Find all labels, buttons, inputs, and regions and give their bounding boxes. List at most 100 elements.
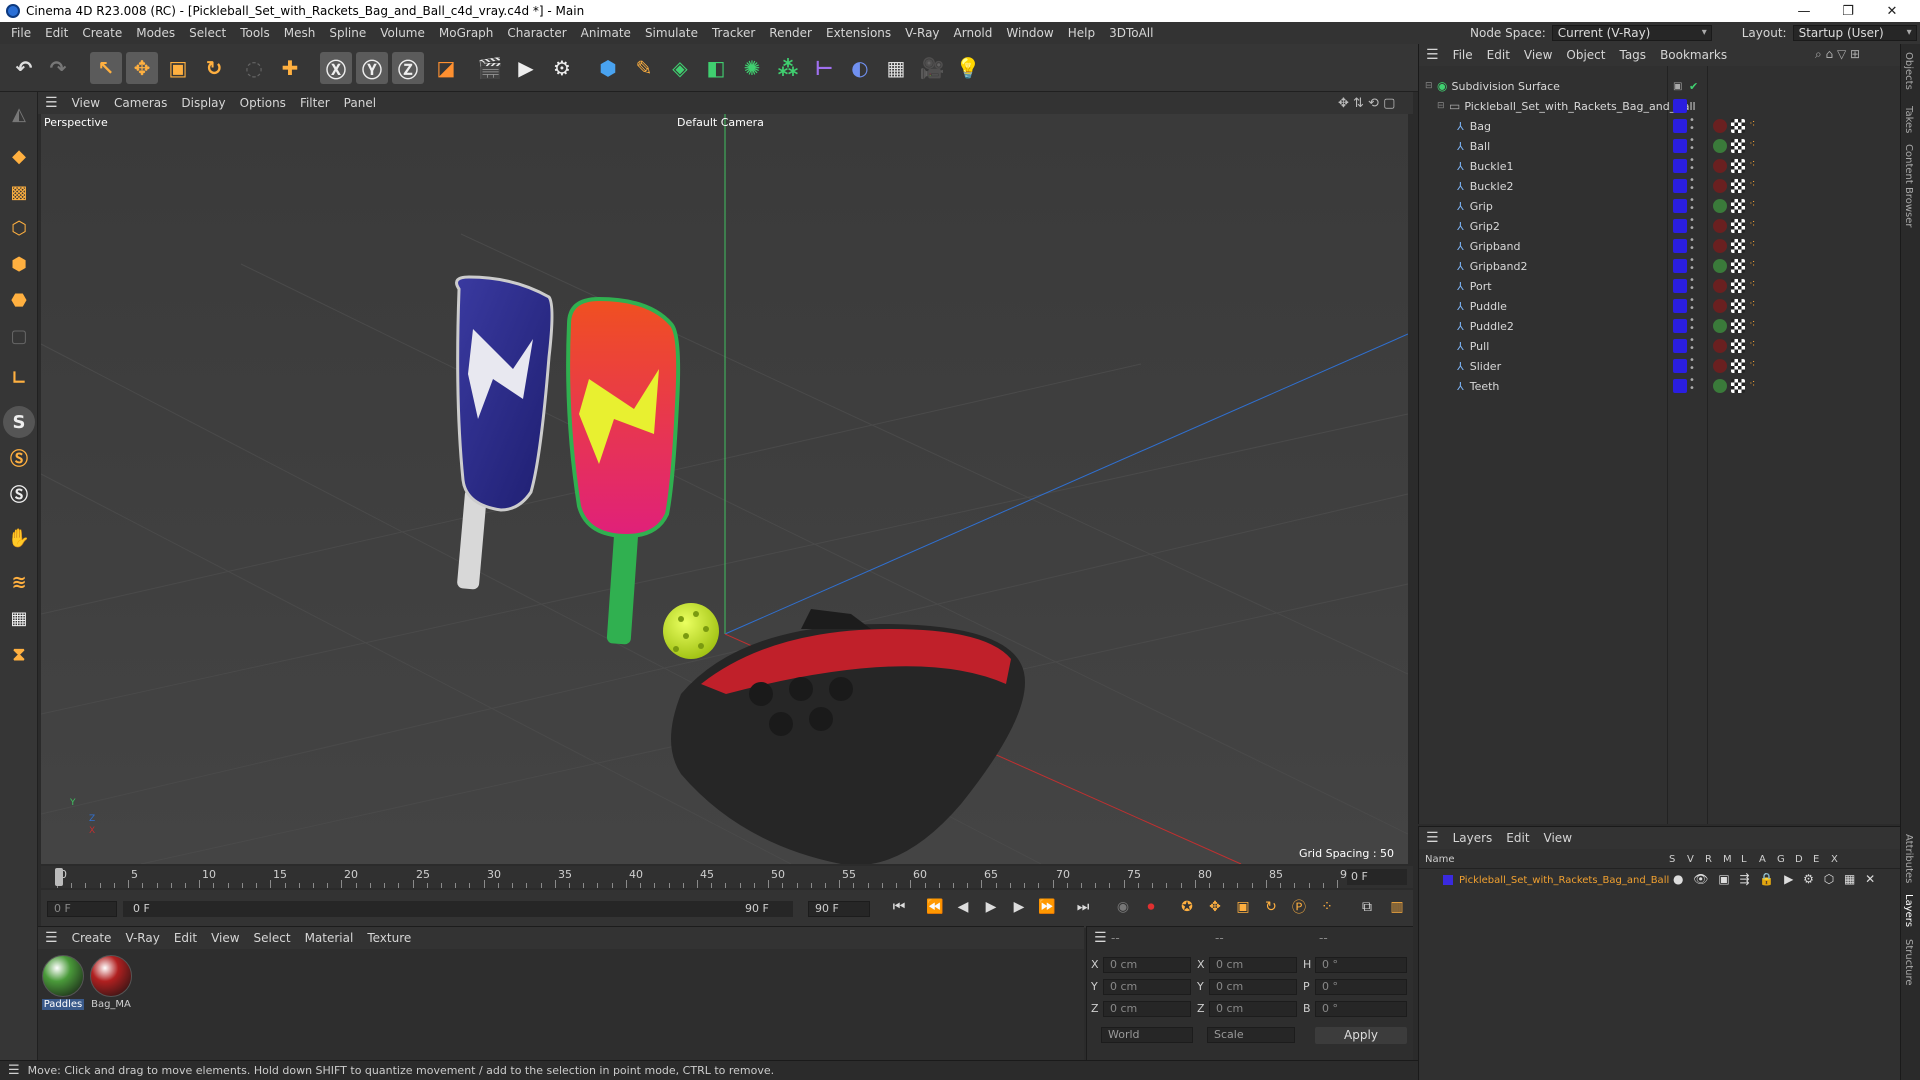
viewport-menu-view[interactable]: View: [65, 96, 107, 110]
menu-arnold[interactable]: Arnold: [947, 26, 1000, 40]
apply-button[interactable]: Apply: [1315, 1027, 1407, 1044]
menu-volume[interactable]: Volume: [373, 26, 432, 40]
layer-row[interactable]: Pickleball_Set_with_Rackets_Bag_and_Ball…: [1419, 871, 1901, 889]
object-row[interactable]: ⅄ Slider • • ⁖: [1419, 356, 1901, 376]
layer-column-a[interactable]: A: [1759, 854, 1766, 865]
object-row[interactable]: ⅄ Teeth • • ⁖: [1419, 376, 1901, 396]
layer-column-g[interactable]: G: [1777, 854, 1785, 865]
material-tag-icon[interactable]: [1713, 299, 1727, 313]
layer-color-tag[interactable]: [1673, 119, 1687, 133]
camera-icon[interactable]: 🎥: [916, 52, 948, 84]
z-axis-lock-icon[interactable]: Ⓩ: [392, 52, 424, 84]
layer-menu-view[interactable]: View: [1537, 831, 1579, 845]
coord-rot-field[interactable]: 0 °: [1315, 1001, 1407, 1017]
material-tag-icon[interactable]: [1713, 139, 1727, 153]
uvw-tag-icon[interactable]: [1731, 139, 1745, 153]
prev-frame-icon[interactable]: ◀: [952, 896, 974, 918]
visibility-dots-icon[interactable]: • •: [1689, 376, 1695, 394]
menu-character[interactable]: Character: [500, 26, 573, 40]
vray-tag-icon[interactable]: ⁖: [1749, 317, 1755, 330]
material-tag-icon[interactable]: [1713, 359, 1727, 373]
material-tag-icon[interactable]: [1713, 339, 1727, 353]
object-row-group[interactable]: ⊟ ▭ Pickleball_Set_with_Rackets_Bag_and_…: [1419, 96, 1901, 116]
scale-tool-icon[interactable]: ▣: [162, 52, 194, 84]
material-tag-icon[interactable]: [1713, 239, 1727, 253]
timeline-playhead[interactable]: [55, 868, 63, 886]
render-view-icon[interactable]: ▶: [510, 52, 542, 84]
coord-system-dropdown[interactable]: World: [1101, 1027, 1193, 1043]
uvw-tag-icon[interactable]: [1731, 319, 1745, 333]
workplane-icon[interactable]: ∟: [3, 362, 35, 394]
material-menu-view[interactable]: View: [204, 931, 246, 945]
vray-tag-icon[interactable]: ⁖: [1749, 197, 1755, 210]
select-tool-icon[interactable]: ↖: [90, 52, 122, 84]
recent-tool-icon[interactable]: ◌: [238, 52, 270, 84]
key-selection-icon[interactable]: ✪: [1176, 896, 1198, 918]
key-param-icon[interactable]: Ⓟ: [1288, 896, 1310, 918]
layer-color-tag[interactable]: [1673, 199, 1687, 213]
status-menu-icon[interactable]: ☰: [8, 1063, 20, 1078]
uvw-tag-icon[interactable]: [1731, 119, 1745, 133]
menu-extensions[interactable]: Extensions: [819, 26, 898, 40]
layer-color-tag[interactable]: [1673, 219, 1687, 233]
layer-toggle-icons[interactable]: ● 👁 ▣ ⇶ 🔒 ▶ ⚙ ⬡ ▦ ✕: [1673, 872, 1878, 886]
end-frame-field[interactable]: 90 F: [808, 901, 870, 917]
layer-column-x[interactable]: X: [1831, 854, 1838, 865]
timeline-ruler[interactable]: 051015202530354045505560657075808590 0 F: [41, 866, 1413, 888]
material-menu-texture[interactable]: Texture: [360, 931, 418, 945]
material-menu-material[interactable]: Material: [298, 931, 361, 945]
layer-color-tag[interactable]: [1673, 319, 1687, 333]
material-tag-icon[interactable]: [1713, 199, 1727, 213]
next-frame-icon[interactable]: ▶: [1008, 896, 1030, 918]
object-row[interactable]: ⅄ Pull • • ⁖: [1419, 336, 1901, 356]
cube-icon[interactable]: ⬢: [592, 52, 624, 84]
uvw-tag-icon[interactable]: [1731, 239, 1745, 253]
menu-help[interactable]: Help: [1061, 26, 1102, 40]
coord-hamburger-icon[interactable]: ☰: [1087, 930, 1114, 946]
tab-structure[interactable]: Structure: [1903, 939, 1914, 986]
uvw-tag-icon[interactable]: [1731, 299, 1745, 313]
vray-tag-icon[interactable]: ⁖: [1749, 297, 1755, 310]
points-mode-icon[interactable]: ⬡: [3, 212, 35, 244]
uvw-tag-icon[interactable]: [1731, 159, 1745, 173]
object-row[interactable]: ⅄ Grip • • ⁖: [1419, 196, 1901, 216]
menu-vray[interactable]: V-Ray: [898, 26, 946, 40]
uvw-tag-icon[interactable]: [1731, 279, 1745, 293]
visibility-dots-icon[interactable]: • •: [1689, 196, 1695, 214]
key-position-icon[interactable]: ✥: [1204, 896, 1226, 918]
uvw-tag-icon[interactable]: [1731, 199, 1745, 213]
create-object-icon[interactable]: ✚: [274, 52, 306, 84]
vray-tag-icon[interactable]: ⁖: [1749, 337, 1755, 350]
object-row[interactable]: ⅄ Puddle2 • • ⁖: [1419, 316, 1901, 336]
auto-key-icon[interactable]: ⏺: [1140, 896, 1162, 918]
vray-tag-icon[interactable]: ⁖: [1749, 177, 1755, 190]
material-swatch-paddles[interactable]: Paddles: [42, 955, 84, 1017]
layer-menu-layers[interactable]: Layers: [1446, 831, 1500, 845]
render-region-icon[interactable]: 🎬: [474, 52, 506, 84]
object-menu-file[interactable]: File: [1446, 48, 1480, 62]
deformer-icon[interactable]: ⊢: [808, 52, 840, 84]
menu-mograph[interactable]: MoGraph: [432, 26, 501, 40]
menu-file[interactable]: File: [4, 26, 38, 40]
collapse-icon[interactable]: ⊟: [1437, 101, 1449, 111]
vray-tag-icon[interactable]: ⁖: [1749, 257, 1755, 270]
mograph-cloner-icon[interactable]: ✺: [736, 52, 768, 84]
viewport-menu-panel[interactable]: Panel: [337, 96, 383, 110]
layer-column-name[interactable]: Name: [1425, 854, 1455, 865]
visibility-dots-icon[interactable]: • •: [1689, 296, 1695, 314]
layer-color-tag[interactable]: [1673, 279, 1687, 293]
menu-window[interactable]: Window: [999, 26, 1060, 40]
viewport-hamburger-icon[interactable]: ☰: [38, 95, 65, 111]
layer-menu-edit[interactable]: Edit: [1499, 831, 1536, 845]
snap-mode-icon[interactable]: Ⓢ: [3, 478, 35, 510]
visibility-dots-icon[interactable]: • •: [1689, 216, 1695, 234]
make-editable-icon[interactable]: ◭: [3, 98, 35, 130]
object-search-icons[interactable]: ⌕ ⌂ ▽ ⊞: [1815, 47, 1860, 62]
material-tag-icon[interactable]: [1713, 379, 1727, 393]
redo-icon[interactable]: ↷: [42, 52, 74, 84]
key-rotation-icon[interactable]: ↻: [1260, 896, 1282, 918]
uvw-tag-icon[interactable]: [1731, 379, 1745, 393]
next-key-icon[interactable]: ⏩: [1036, 896, 1058, 918]
material-tag-icon[interactable]: [1713, 159, 1727, 173]
uv-mode-icon[interactable]: ▢: [3, 320, 35, 352]
